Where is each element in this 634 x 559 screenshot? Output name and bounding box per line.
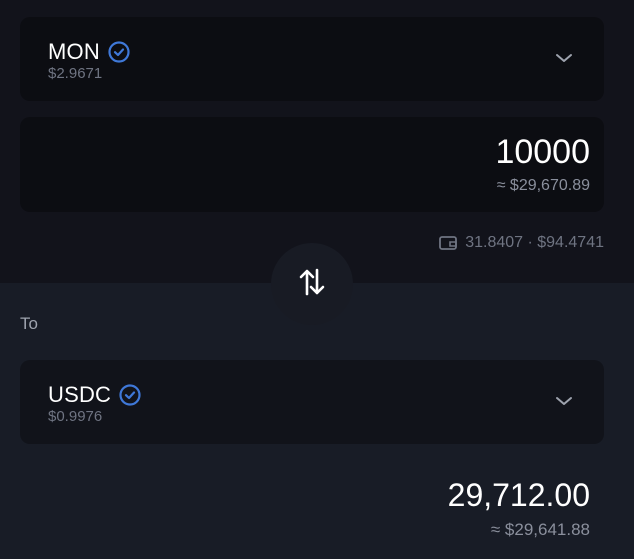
- swap-arrows-icon: [297, 267, 327, 302]
- chevron-down-icon[interactable]: [554, 50, 574, 66]
- to-amount-usd: ≈ $29,641.88: [490, 520, 590, 539]
- from-balance[interactable]: 31.8407 · $94.4741: [439, 234, 604, 252]
- verified-check-icon: [108, 41, 130, 63]
- from-token-symbol: MON: [48, 39, 100, 64]
- to-token-row: USDC: [48, 382, 141, 408]
- wallet-icon: [439, 235, 458, 251]
- verified-check-icon: [119, 384, 141, 406]
- from-balance-text: 31.8407 · $94.4741: [465, 234, 604, 251]
- from-token-row: MON: [48, 39, 130, 65]
- chevron-down-icon[interactable]: [554, 393, 574, 409]
- swap-direction-button[interactable]: [271, 243, 353, 325]
- to-token-symbol: USDC: [48, 382, 112, 407]
- to-token-price: $0.9976: [48, 408, 103, 425]
- from-amount-usd: ≈ $29,670.89: [496, 177, 590, 194]
- from-token-price: $2.9671: [48, 65, 103, 82]
- to-amount-output: 29,712.00: [447, 477, 590, 513]
- from-amount-input[interactable]: 10000: [495, 133, 590, 172]
- to-label: To: [20, 314, 38, 333]
- to-token-selector[interactable]: USDC $0.9976: [20, 360, 604, 444]
- from-token-selector[interactable]: MON $2.9671: [20, 17, 604, 101]
- from-amount-card[interactable]: 10000 ≈ $29,670.89: [20, 117, 604, 212]
